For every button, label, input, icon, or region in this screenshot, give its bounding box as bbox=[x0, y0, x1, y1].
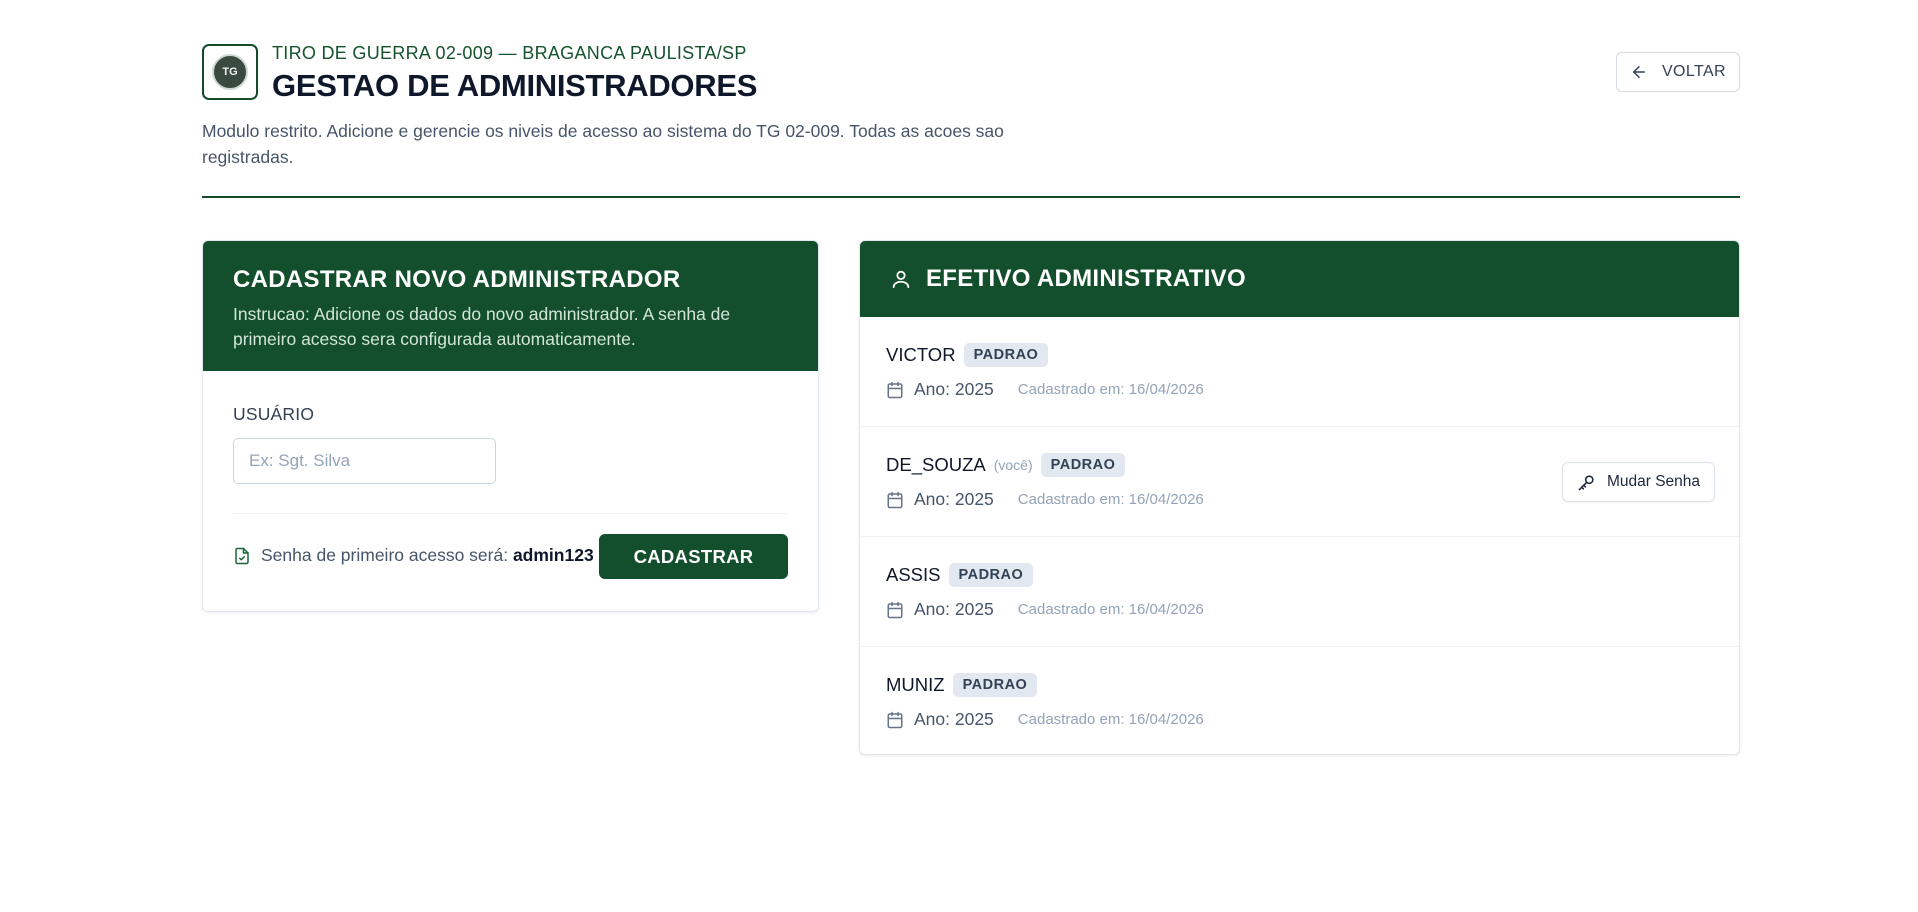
admin-row: DE_SOUZA (você) PADRAO Ano: 2025 Cadastr… bbox=[860, 427, 1739, 537]
admin-year: Ano: 2025 bbox=[914, 489, 994, 509]
role-badge: PADRAO bbox=[963, 343, 1049, 367]
new-admin-title: CADASTRAR NOVO ADMINISTRADOR bbox=[233, 266, 681, 293]
role-badge: PADRAO bbox=[948, 563, 1034, 587]
admin-staff-header: EFETIVO ADMINISTRATIVO bbox=[860, 241, 1739, 317]
key-icon bbox=[1578, 474, 1594, 490]
form-divider bbox=[233, 513, 788, 514]
admin-registered-date: Cadastrado em: 16/04/2026 bbox=[1017, 381, 1204, 398]
user-input[interactable] bbox=[233, 438, 496, 484]
admin-year: Ano: 2025 bbox=[914, 599, 994, 619]
admin-registered-date: Cadastrado em: 16/04/2026 bbox=[1017, 491, 1204, 508]
calendar-icon bbox=[887, 381, 903, 398]
new-admin-instruction: Instrucao: Adicione os dados do novo adm… bbox=[233, 304, 731, 349]
calendar-icon bbox=[887, 491, 903, 508]
arrow-left-icon bbox=[1632, 66, 1645, 78]
change-password-button[interactable]: Mudar Senha bbox=[1562, 462, 1715, 502]
admin-row: ASSIS PADRAO Ano: 2025 Cadastrado em: 16… bbox=[860, 537, 1739, 647]
page-header: TG TIRO DE GUERRA 02-009 — BRAGANCA PAUL… bbox=[202, 0, 1740, 198]
back-button-label: VOLTAR bbox=[1661, 63, 1727, 80]
admin-name: DE_SOUZA bbox=[886, 454, 986, 475]
admin-name: MUNIZ bbox=[886, 674, 945, 695]
calendar-icon bbox=[887, 711, 903, 728]
admin-staff-card: EFETIVO ADMINISTRATIVO VICTOR PADRAO Ano… bbox=[859, 240, 1740, 755]
admin-row: MUNIZ PADRAO Ano: 2025 Cadastrado em: 16… bbox=[860, 647, 1739, 754]
file-check-icon bbox=[235, 547, 249, 564]
admin-year: Ano: 2025 bbox=[914, 709, 994, 729]
logo-emblem: TG bbox=[212, 54, 248, 90]
back-button[interactable]: VOLTAR bbox=[1616, 52, 1740, 92]
admin-name: VICTOR bbox=[886, 344, 956, 365]
current-user-tag: (você) bbox=[993, 457, 1033, 473]
calendar-icon bbox=[887, 601, 903, 618]
tg-logo: TG bbox=[202, 44, 258, 100]
user-icon bbox=[892, 270, 910, 289]
role-badge: PADRAO bbox=[1040, 453, 1126, 477]
new-admin-card-header: CADASTRAR NOVO ADMINISTRADOR Instrucao: … bbox=[203, 241, 818, 371]
new-admin-card: CADASTRAR NOVO ADMINISTRADOR Instrucao: … bbox=[202, 240, 819, 612]
user-field-label: USUÁRIO bbox=[233, 404, 315, 424]
admin-name: ASSIS bbox=[886, 564, 941, 585]
default-password-note: Senha de primeiro acesso será: admin123 bbox=[233, 545, 594, 566]
admin-registered-date: Cadastrado em: 16/04/2026 bbox=[1017, 601, 1204, 618]
unit-subtitle: TIRO DE GUERRA 02-009 — BRAGANCA PAULIST… bbox=[272, 43, 747, 63]
page-title: GESTAO DE ADMINISTRADORES bbox=[272, 68, 758, 103]
admin-row: VICTOR PADRAO Ano: 2025 Cadastrado em: 1… bbox=[860, 317, 1739, 427]
admin-registered-date: Cadastrado em: 16/04/2026 bbox=[1017, 711, 1204, 728]
page: TG TIRO DE GUERRA 02-009 — BRAGANCA PAUL… bbox=[202, 0, 1740, 755]
password-note-text: Senha de primeiro acesso será: bbox=[261, 545, 513, 565]
admin-year: Ano: 2025 bbox=[914, 379, 994, 399]
page-description: Modulo restrito. Adicione e gerencie os … bbox=[202, 121, 1004, 167]
role-badge: PADRAO bbox=[952, 673, 1038, 697]
admin-staff-title: EFETIVO ADMINISTRATIVO bbox=[926, 265, 1246, 292]
default-password: admin123 bbox=[512, 545, 594, 565]
register-button[interactable]: CADASTRAR bbox=[599, 534, 788, 579]
change-password-label: Mudar Senha bbox=[1606, 473, 1701, 490]
